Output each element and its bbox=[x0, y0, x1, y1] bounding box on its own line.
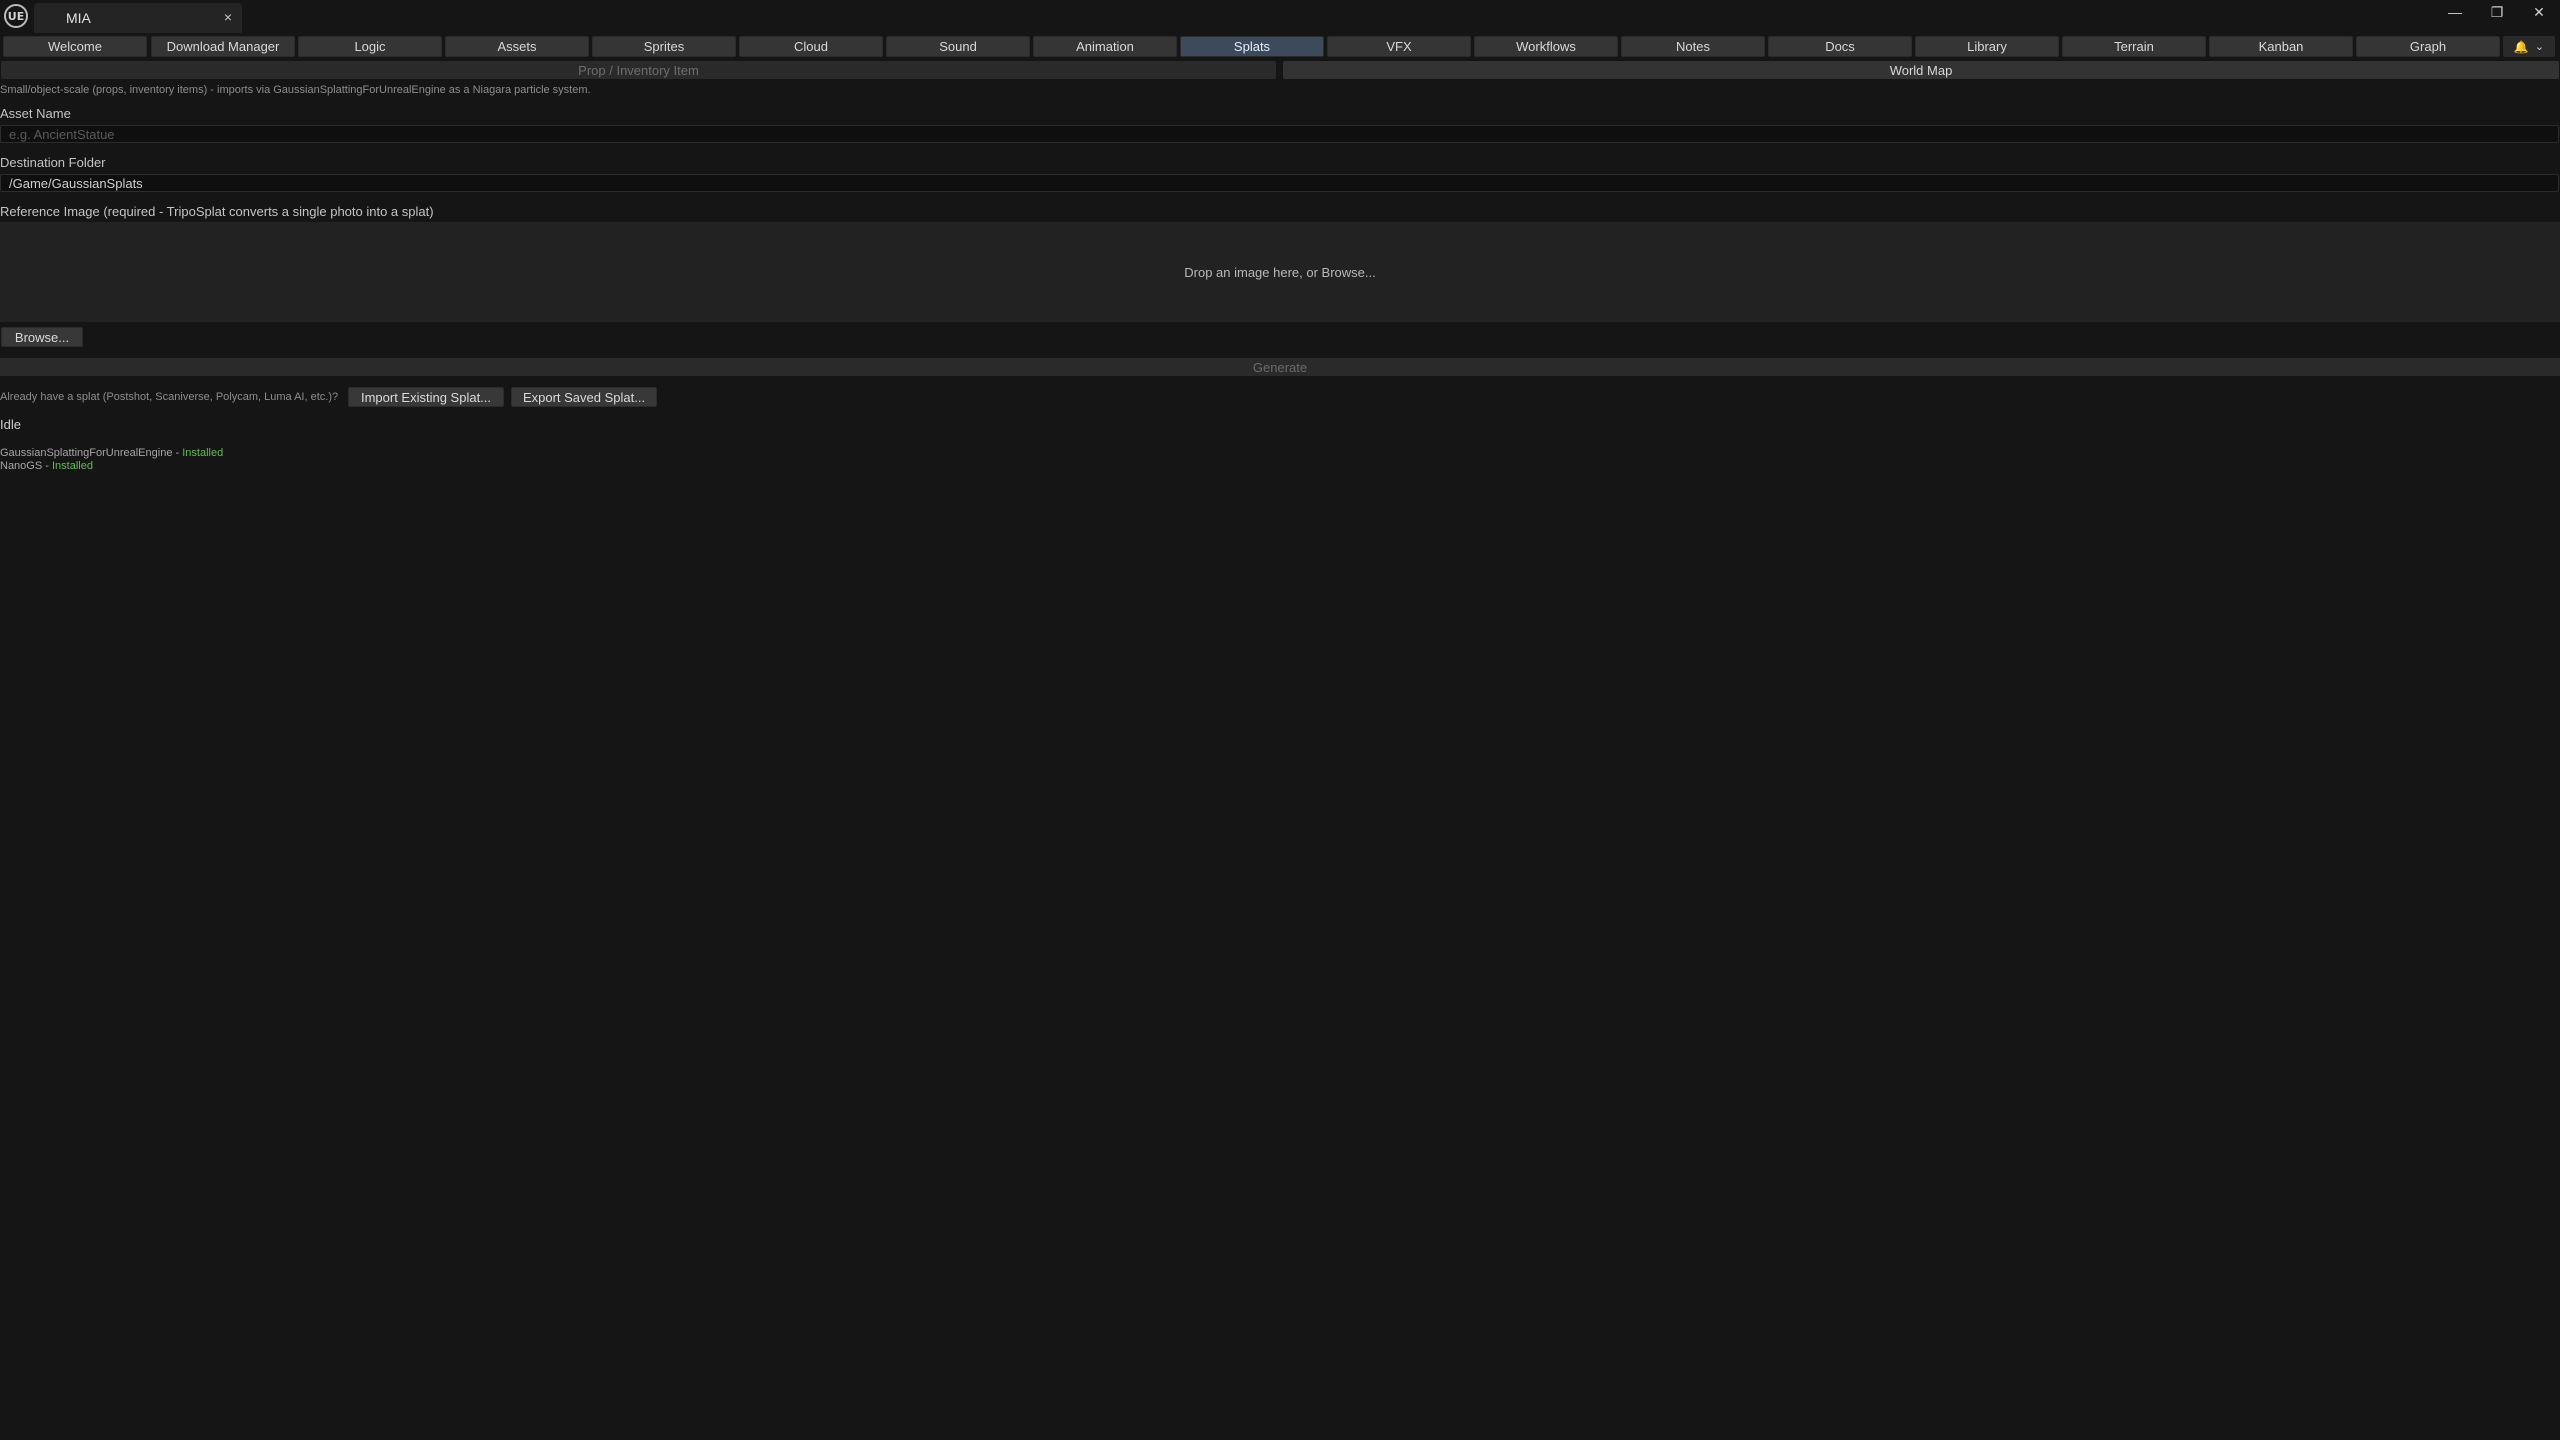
main-tab-bar: Welcome Download Manager Logic Assets Sp… bbox=[0, 36, 2560, 58]
restore-button[interactable]: ❐ bbox=[2476, 0, 2518, 24]
tab-logic[interactable]: Logic bbox=[298, 36, 442, 57]
tab-kanban[interactable]: Kanban bbox=[2209, 36, 2353, 57]
prop-inventory-mode-button[interactable]: Prop / Inventory Item bbox=[1, 61, 1276, 79]
tab-welcome[interactable]: Welcome bbox=[3, 36, 147, 57]
tab-splats[interactable]: Splats bbox=[1180, 36, 1324, 57]
browse-button[interactable]: Browse... bbox=[1, 327, 83, 347]
reference-image-label: Reference Image (required - TripoSplat c… bbox=[0, 204, 434, 219]
plugin-status-badge: Installed bbox=[51, 460, 93, 472]
tab-terrain[interactable]: Terrain bbox=[2062, 36, 2206, 57]
existing-splat-prompt: Already have a splat (Postshot, Scaniver… bbox=[0, 391, 339, 403]
tab-workflows[interactable]: Workflows bbox=[1474, 36, 1618, 57]
image-drop-zone[interactable]: Drop an image here, or Browse... bbox=[0, 222, 2560, 322]
asset-name-input[interactable]: e.g. AncientStatue bbox=[0, 125, 2559, 143]
mode-description: Small/object-scale (props, inventory ite… bbox=[0, 84, 591, 96]
document-tab[interactable]: MIA × bbox=[34, 3, 242, 33]
plugin-status-badge: Installed bbox=[182, 447, 224, 459]
tab-notes[interactable]: Notes bbox=[1621, 36, 1765, 57]
tab-assets[interactable]: Assets bbox=[445, 36, 589, 57]
notifications-button[interactable]: 🔔 ⌄ bbox=[2503, 36, 2555, 57]
status-text: Idle bbox=[0, 417, 21, 432]
destination-folder-input[interactable]: /Game/GaussianSplats bbox=[0, 174, 2559, 192]
plugin-status-row: GaussianSplattingForUnrealEngine - Insta… bbox=[0, 447, 223, 459]
plugin-separator: - bbox=[172, 447, 183, 459]
window-controls: — ❐ ✕ bbox=[2434, 0, 2560, 24]
world-map-mode-button[interactable]: World Map bbox=[1283, 61, 2559, 79]
plugin-separator: - bbox=[42, 460, 52, 472]
drop-zone-text: Drop an image here, or Browse... bbox=[1184, 264, 1376, 280]
chevron-down-icon: ⌄ bbox=[2534, 41, 2545, 53]
bell-icon: 🔔 bbox=[2513, 39, 2529, 54]
unreal-logo-icon: UE bbox=[4, 4, 28, 28]
title-bar: UE MIA × — ❐ ✕ bbox=[0, 0, 2560, 33]
tab-animation[interactable]: Animation bbox=[1033, 36, 1177, 57]
close-icon[interactable]: × bbox=[224, 9, 232, 25]
plugin-status-row: NanoGS - Installed bbox=[0, 460, 93, 472]
tab-graph[interactable]: Graph bbox=[2356, 36, 2500, 57]
export-saved-splat-button[interactable]: Export Saved Splat... bbox=[511, 387, 657, 407]
close-window-button[interactable]: ✕ bbox=[2518, 0, 2560, 24]
asset-name-label: Asset Name bbox=[0, 106, 71, 121]
tab-cloud[interactable]: Cloud bbox=[739, 36, 883, 57]
tab-library[interactable]: Library bbox=[1915, 36, 2059, 57]
minimize-button[interactable]: — bbox=[2434, 0, 2476, 24]
destination-folder-label: Destination Folder bbox=[0, 155, 106, 170]
import-existing-splat-button[interactable]: Import Existing Splat... bbox=[348, 387, 504, 407]
generate-button[interactable]: Generate bbox=[0, 358, 2560, 376]
tab-sprites[interactable]: Sprites bbox=[592, 36, 736, 57]
tab-vfx[interactable]: VFX bbox=[1327, 36, 1471, 57]
plugin-name: GaussianSplattingForUnrealEngine bbox=[0, 447, 173, 459]
tab-sound[interactable]: Sound bbox=[886, 36, 1030, 57]
document-tab-title: MIA bbox=[66, 10, 91, 26]
plugin-name: NanoGS bbox=[0, 460, 43, 472]
tab-docs[interactable]: Docs bbox=[1768, 36, 1912, 57]
tab-download-manager[interactable]: Download Manager bbox=[151, 36, 295, 57]
